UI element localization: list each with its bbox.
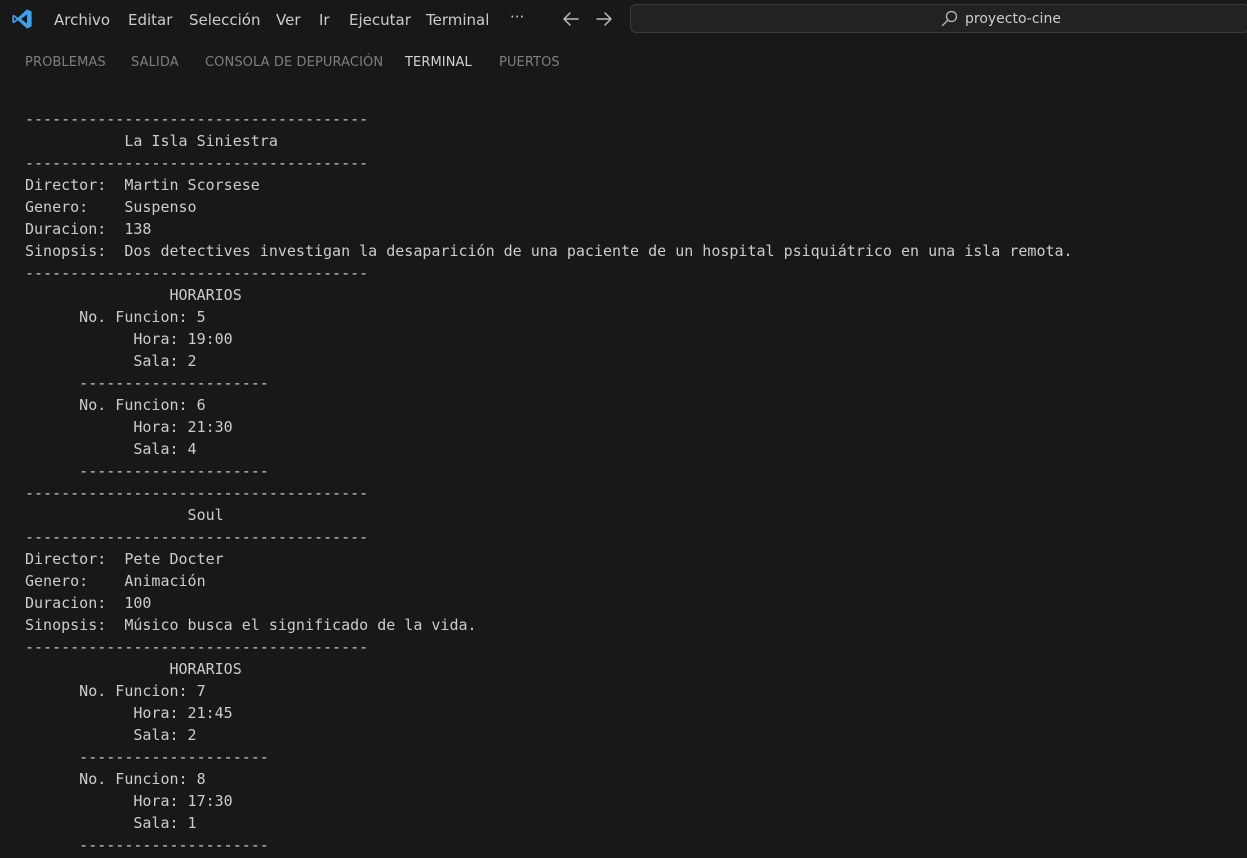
terminal-line: Hora: 21:45: [25, 704, 233, 722]
terminal-line: No. Funcion: 7: [25, 682, 206, 700]
terminal-line: --------------------------------------: [25, 528, 369, 546]
vscode-logo-icon[interactable]: [11, 8, 33, 30]
terminal-line: Director: Pete Docter: [25, 550, 224, 568]
terminal-line: HORARIOS: [25, 286, 242, 304]
terminal-line: --------------------------------------: [25, 484, 369, 502]
terminal-line: Director: Martin Scorsese: [25, 176, 260, 194]
menu-editar[interactable]: Editar: [128, 10, 172, 30]
terminal-line: No. Funcion: 8: [25, 770, 206, 788]
terminal-line: --------------------------------------: [25, 264, 369, 282]
terminal-line: Sala: 1: [25, 814, 197, 832]
search-label: proyecto-cine: [965, 11, 1061, 27]
terminal-line: Sinopsis: Músico busca el significado de…: [25, 616, 477, 634]
terminal-line: Genero: Suspenso: [25, 198, 197, 216]
tab-salida[interactable]: SALIDA: [131, 55, 179, 71]
terminal-line: ---------------------: [25, 462, 269, 480]
arrow-left-icon[interactable]: [560, 8, 582, 30]
terminal-line: Sala: 4: [25, 440, 197, 458]
terminal-line: Sinopsis: Dos detectives investigan la d…: [25, 242, 1073, 260]
terminal-line: Hora: 21:30: [25, 418, 233, 436]
terminal-line: No. Funcion: 6: [25, 396, 206, 414]
menu-more[interactable]: ···: [510, 7, 524, 27]
terminal-line: Hora: 19:00: [25, 330, 233, 348]
tab-puertos[interactable]: PUERTOS: [499, 55, 560, 71]
panel-tab-bar: PROBLEMAS SALIDA CONSOLA DE DEPURACIÓN T…: [0, 38, 1247, 88]
tab-terminal[interactable]: TERMINAL: [405, 55, 472, 71]
arrow-right-icon[interactable]: [593, 8, 615, 30]
terminal-line: Duracion: 138: [25, 220, 152, 238]
search-icon: [941, 10, 958, 27]
title-bar: Archivo Editar Selección Ver Ir Ejecutar…: [0, 0, 1247, 38]
menu-archivo[interactable]: Archivo: [54, 10, 110, 30]
tab-problemas[interactable]: PROBLEMAS: [25, 55, 106, 71]
terminal-line: Soul: [25, 506, 224, 524]
terminal-line: Duracion: 100: [25, 594, 152, 612]
terminal-line: --------------------------------------: [25, 110, 369, 128]
menu-ver[interactable]: Ver: [276, 10, 301, 30]
terminal-line: ---------------------: [25, 836, 269, 854]
terminal-line: HORARIOS: [25, 660, 242, 678]
terminal-line: Hora: 17:30: [25, 792, 233, 810]
menu-ejecutar[interactable]: Ejecutar: [349, 10, 411, 30]
terminal-line: Sala: 2: [25, 726, 197, 744]
tab-consola-depuracion[interactable]: CONSOLA DE DEPURACIÓN: [205, 55, 383, 71]
terminal-line: ---------------------: [25, 374, 269, 392]
terminal-line: Genero: Animación: [25, 572, 206, 590]
command-center-search[interactable]: proyecto-cine: [630, 4, 1247, 33]
menu-seleccion[interactable]: Selección: [189, 10, 261, 30]
terminal-line: Sala: 2: [25, 352, 197, 370]
terminal-line: La Isla Siniestra: [25, 132, 278, 150]
terminal-line: ---------------------: [25, 748, 269, 766]
terminal-line: --------------------------------------: [25, 638, 369, 656]
terminal-line: No. Funcion: 5: [25, 308, 206, 326]
terminal-line: --------------------------------------: [25, 154, 369, 172]
menu-ir[interactable]: Ir: [319, 10, 330, 30]
terminal-output[interactable]: -------------------------------------- L…: [0, 108, 1247, 858]
menu-terminal[interactable]: Terminal: [426, 10, 489, 30]
